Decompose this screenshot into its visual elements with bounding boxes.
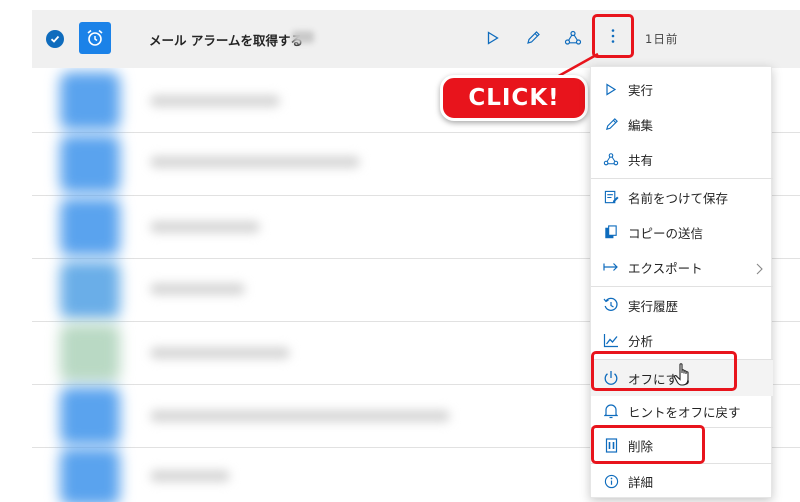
edit-icon <box>603 116 619 132</box>
alarm-clock-icon <box>79 22 111 54</box>
menu-item-run[interactable]: 実行 <box>591 71 773 107</box>
click-annotation-text: CLICK! <box>468 85 560 111</box>
hand-pointer-cursor-icon <box>673 362 695 392</box>
menu-item-label: 編集 <box>628 117 654 133</box>
menu-item-label: 共有 <box>628 152 654 168</box>
share-icon <box>603 151 619 167</box>
menu-item-label: 詳細 <box>628 474 654 490</box>
menu-item-share[interactable]: 共有 <box>591 141 773 177</box>
save-as-icon <box>603 189 619 205</box>
menu-item-save-as[interactable]: 名前をつけて保存 <box>591 179 773 215</box>
flow-title-blurred <box>150 410 450 422</box>
copy-icon <box>603 224 619 240</box>
menu-item-edit[interactable]: 編集 <box>591 106 773 142</box>
power-icon <box>603 370 619 386</box>
edit-icon[interactable] <box>522 27 544 49</box>
menu-item-send-copy[interactable]: コピーの送信 <box>591 214 773 250</box>
flow-title-suffix-blurred <box>292 31 314 43</box>
flow-icon-blurred <box>60 448 120 502</box>
menu-item-hints[interactable]: ヒントをオフに戻す <box>591 393 773 429</box>
menu-item-label: 削除 <box>628 438 654 454</box>
checkmark-icon[interactable] <box>46 30 64 48</box>
flow-title-blurred <box>150 221 260 233</box>
menu-item-details[interactable]: 詳細 <box>591 463 773 499</box>
bell-icon <box>603 403 619 419</box>
flow-title-blurred <box>150 95 280 107</box>
flow-title-blurred <box>150 283 245 295</box>
flow-icon-blurred <box>60 198 120 256</box>
menu-item-analytics[interactable]: 分析 <box>591 322 773 358</box>
flow-title-blurred <box>150 156 360 168</box>
flow-icon-blurred <box>60 261 120 319</box>
trash-icon <box>603 437 619 453</box>
more-options-button[interactable] <box>592 14 634 58</box>
export-icon <box>603 259 619 275</box>
flow-title-blurred <box>150 470 230 482</box>
play-icon[interactable] <box>482 27 504 49</box>
flow-icon-blurred <box>60 387 120 445</box>
flow-title[interactable]: メール アラームを取得する <box>149 30 303 49</box>
menu-item-run-history[interactable]: 実行履歴 <box>591 287 773 323</box>
menu-item-label: ヒントをオフに戻す <box>628 404 741 420</box>
click-annotation-badge: CLICK! <box>440 75 588 121</box>
analytics-icon <box>603 332 619 348</box>
menu-item-delete[interactable]: 削除 <box>591 427 773 463</box>
share-icon[interactable] <box>562 27 584 49</box>
chevron-right-icon <box>756 260 763 279</box>
menu-item-label: 実行履歴 <box>628 298 679 314</box>
flow-icon-blurred <box>60 135 120 193</box>
info-icon <box>603 473 619 489</box>
menu-item-label: 名前をつけて保存 <box>628 190 729 206</box>
context-menu: 実行 編集 共有 名前をつけて保存 コピーの送信 エクスポート 実行履歴 分析 … <box>590 66 773 499</box>
menu-item-label: 分析 <box>628 333 654 349</box>
flow-title-blurred <box>150 347 290 359</box>
menu-item-label: エクスポート <box>628 260 703 276</box>
menu-item-label: 実行 <box>628 82 654 98</box>
play-icon <box>603 81 619 97</box>
last-modified-time: 1日前 <box>645 32 679 46</box>
menu-item-label: コピーの送信 <box>628 225 704 241</box>
history-icon <box>603 297 619 313</box>
flow-icon-blurred <box>60 72 120 130</box>
flow-icon-blurred <box>60 324 120 382</box>
menu-item-export[interactable]: エクスポート <box>591 249 773 285</box>
selected-flow-row[interactable] <box>32 10 800 68</box>
